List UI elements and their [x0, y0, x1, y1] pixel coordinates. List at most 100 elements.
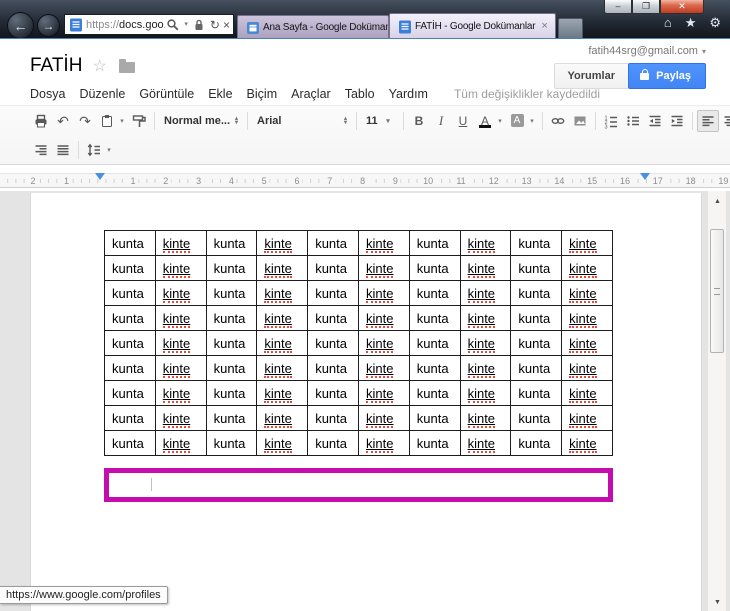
paint-format-icon[interactable] — [128, 110, 150, 132]
table-cell[interactable]: kunta — [307, 380, 359, 406]
table-cell[interactable]: kinte — [256, 355, 309, 381]
selected-table-row[interactable] — [104, 468, 613, 502]
new-tab-button[interactable] — [557, 18, 583, 38]
outdent-icon[interactable] — [644, 110, 666, 132]
font-dropdown[interactable]: Arial ▴ ▾ — [252, 110, 352, 132]
table-cell[interactable]: kinte — [154, 280, 207, 306]
menu-dosya[interactable]: Dosya — [30, 87, 65, 101]
table-cell[interactable]: kinte — [459, 305, 512, 331]
table-cell[interactable]: kunta — [307, 255, 359, 281]
table-cell[interactable]: kinte — [154, 255, 207, 281]
table-cell[interactable]: kunta — [205, 430, 258, 456]
table-cell[interactable]: kunta — [104, 430, 156, 456]
bold-icon[interactable]: B — [408, 110, 430, 132]
menu-ekle[interactable]: Ekle — [208, 87, 232, 101]
table-cell[interactable]: kinte — [256, 380, 309, 406]
table-cell[interactable]: kinte — [357, 355, 410, 381]
table-cell[interactable]: kinte — [357, 280, 410, 306]
table-cell[interactable]: kunta — [104, 405, 156, 431]
table-cell[interactable]: kunta — [205, 280, 258, 306]
table-cell[interactable]: kinte — [154, 380, 207, 406]
table-cell[interactable]: kinte — [459, 230, 512, 256]
menu-araçlar[interactable]: Araçlar — [291, 87, 331, 101]
settings-icon[interactable]: ⚙ — [709, 16, 721, 29]
table-cell[interactable]: kunta — [205, 230, 258, 256]
table-cell[interactable]: kinte — [561, 280, 613, 306]
table-cell[interactable]: kinte — [561, 380, 613, 406]
table-cell[interactable]: kinte — [459, 405, 512, 431]
table-cell[interactable]: kunta — [510, 430, 563, 456]
table-cell[interactable]: kunta — [510, 305, 563, 331]
address-url[interactable]: https://docs.goo... — [86, 19, 165, 31]
table-cell[interactable]: kunta — [408, 255, 461, 281]
chevron-down-icon[interactable]: ▾ — [118, 117, 126, 125]
star-icon[interactable]: ☆ — [92, 56, 106, 76]
image-icon[interactable] — [569, 110, 591, 132]
table-cell[interactable]: kinte — [154, 305, 207, 331]
table-cell[interactable]: kunta — [104, 330, 156, 356]
bulleted-list-icon[interactable] — [622, 110, 644, 132]
table-cell[interactable]: kinte — [561, 305, 613, 331]
document-page[interactable]: kunta kinte kunta kinte kunta kinte kunta kinte… — [30, 193, 702, 611]
table-cell[interactable]: kinte — [357, 230, 410, 256]
menu-düzenle[interactable]: Düzenle — [79, 87, 125, 101]
table-cell[interactable]: kinte — [561, 405, 613, 431]
table-cell[interactable]: kinte — [256, 230, 309, 256]
table-cell[interactable]: kinte — [357, 305, 410, 331]
indent-marker-left-icon[interactable] — [95, 173, 105, 180]
vertical-scrollbar[interactable]: ▲ ▼ — [707, 191, 726, 611]
table-cell[interactable]: kinte — [357, 405, 410, 431]
redo-icon[interactable]: ↷ — [74, 110, 96, 132]
align-left-icon[interactable] — [697, 109, 719, 132]
table-cell[interactable]: kunta — [408, 330, 461, 356]
link-icon[interactable] — [547, 110, 569, 132]
table-cell[interactable]: kunta — [104, 305, 156, 331]
table-cell[interactable]: kunta — [307, 330, 359, 356]
forward-button[interactable]: → — [37, 14, 60, 37]
scrollbar-thumb[interactable] — [710, 229, 724, 353]
style-dropdown[interactable]: Normal me... ▴ ▾ — [159, 110, 243, 132]
home-icon[interactable]: ⌂ — [664, 16, 672, 29]
indent-marker-right-icon[interactable] — [640, 173, 650, 180]
menu-biçim[interactable]: Biçim — [247, 87, 278, 101]
table-cell[interactable]: kinte — [561, 330, 613, 356]
close-button[interactable]: ✕ — [660, 0, 704, 14]
scroll-up-icon[interactable]: ▲ — [708, 194, 727, 208]
table-cell[interactable]: kunta — [307, 430, 359, 456]
table-cell[interactable]: kunta — [307, 405, 359, 431]
table-cell[interactable]: kunta — [510, 280, 563, 306]
table-cell[interactable]: kinte — [154, 330, 207, 356]
justify-icon[interactable] — [52, 139, 74, 161]
chevron-down-icon[interactable]: ▾ — [105, 146, 113, 154]
table-cell[interactable]: kunta — [510, 330, 563, 356]
table-cell[interactable]: kunta — [510, 230, 563, 256]
table-cell[interactable]: kunta — [205, 405, 258, 431]
table-cell[interactable]: kunta — [205, 380, 258, 406]
table-cell[interactable]: kunta — [104, 355, 156, 381]
refresh-icon[interactable]: ↻ — [210, 19, 220, 31]
paste-icon[interactable] — [96, 110, 118, 132]
highlight-color-icon[interactable]: A — [506, 110, 528, 132]
table-cell[interactable]: kunta — [510, 355, 563, 381]
table-cell[interactable]: kunta — [104, 255, 156, 281]
align-center-icon[interactable] — [719, 110, 730, 132]
table-cell[interactable]: kunta — [104, 280, 156, 306]
table-cell[interactable]: kinte — [561, 430, 613, 456]
address-bar[interactable]: https://docs.goo... ▾ ↻× — [64, 14, 234, 35]
table-cell[interactable]: kunta — [205, 330, 258, 356]
doc-table[interactable]: kunta kinte kunta kinte kunta kinte kunta kinte… — [104, 230, 613, 456]
account-menu[interactable]: fatih44srg@gmail.com ▾ — [588, 45, 706, 57]
table-cell[interactable]: kunta — [307, 305, 359, 331]
undo-icon[interactable]: ↶ — [52, 110, 74, 132]
table-cell[interactable]: kunta — [205, 355, 258, 381]
lock-icon[interactable] — [191, 17, 207, 33]
table-cell[interactable]: kinte — [256, 255, 309, 281]
table-cell[interactable]: kinte — [154, 430, 207, 456]
table-cell[interactable]: kinte — [459, 380, 512, 406]
chevron-down-icon[interactable]: ▾ — [528, 117, 536, 125]
table-cell[interactable]: kunta — [408, 430, 461, 456]
table-cell[interactable]: kinte — [459, 355, 512, 381]
print-icon[interactable] — [30, 110, 52, 132]
table-cell[interactable]: kunta — [408, 380, 461, 406]
text-color-icon[interactable]: A — [474, 110, 496, 132]
